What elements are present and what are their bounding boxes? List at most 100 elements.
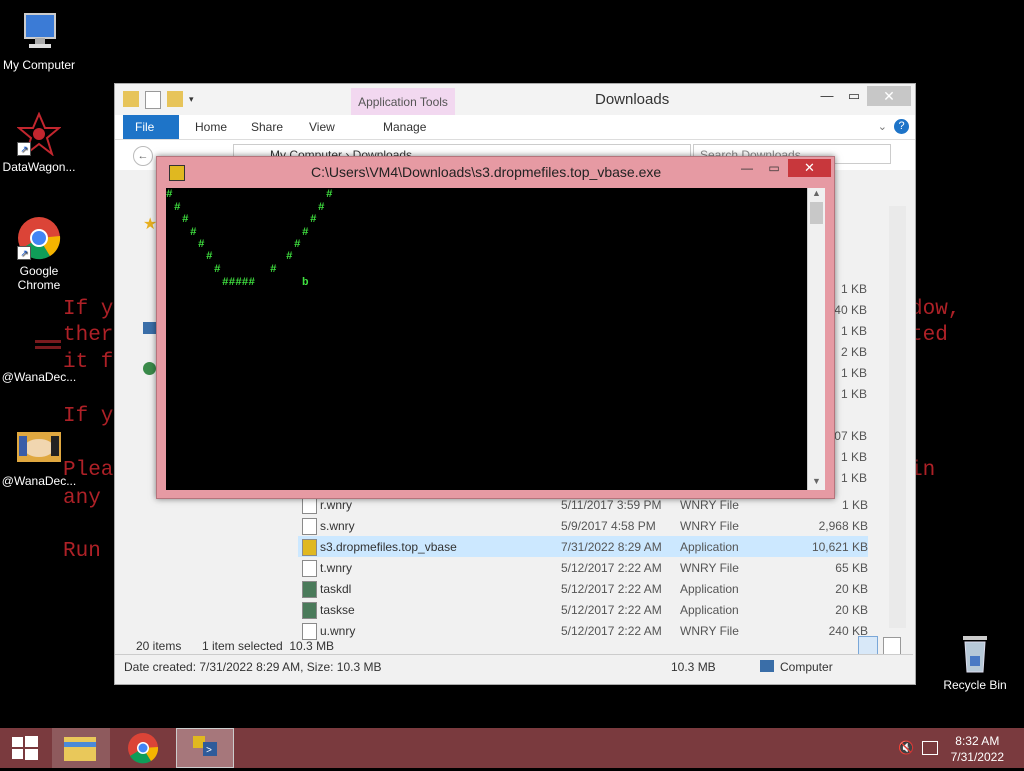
console-app-icon: > [193,736,217,757]
list-item[interactable]: taskdl 5/12/2017 2:22 AM Application 20 … [298,578,868,599]
console-glyph: # [286,251,293,263]
svg-text:>: > [206,746,212,757]
file-size: 20 KB [835,582,868,596]
desktop-icon-label: Recycle Bin [943,678,1007,692]
back-button[interactable]: ← [133,146,153,166]
folder-down-icon[interactable] [123,91,139,107]
file-icon [302,560,317,577]
large-icons-view-button[interactable] [883,637,901,655]
file-name: taskdl [320,582,352,596]
console-glyph: # [190,227,197,239]
console-title: C:\Users\VM4\Downloads\s3.dropmefiles.to… [311,164,662,180]
desktop-icon-recycle-bin[interactable]: Recycle Bin [937,630,1013,692]
desktop-icon-datawagon[interactable]: ↗ DataWagon... [1,111,77,174]
scroll-down-arrow-icon[interactable]: ▼ [808,476,825,490]
console-glyph: b [302,277,309,289]
tab-file[interactable]: File [123,115,179,139]
desktop-icon-label: @WanaDec... [1,370,77,384]
start-button[interactable] [0,728,58,768]
file-type: Application [680,582,739,596]
file-name: taskse [320,603,355,617]
file-list-scrollbar[interactable] [889,206,906,628]
application-tools-tab[interactable]: Application Tools [351,88,455,116]
globe-icon[interactable] [143,362,156,375]
tab-home[interactable]: Home [183,115,239,139]
clock-date: 7/31/2022 [950,750,1004,764]
list-item-selected[interactable]: s3.dropmefiles.top_vbase 7/31/2022 8:29 … [298,536,868,557]
close-button[interactable]: ✕ [867,86,911,106]
folder-icon [64,737,96,761]
tab-share[interactable]: Share [239,115,295,139]
file-date: 5/12/2017 2:22 AM [561,561,662,575]
taskbar-console-app[interactable]: > [176,728,234,768]
volume-muted-icon[interactable]: 🔇 [898,740,914,756]
taskbar-file-explorer[interactable] [52,728,110,768]
console-glyph: ##### [222,277,256,289]
chrome-icon: ↗ [17,216,61,260]
desktop-icon-label: My Computer [2,58,76,72]
list-item[interactable]: t.wnry 5/12/2017 2:22 AM WNRY File 65 KB [298,557,868,578]
taskbar-chrome[interactable] [114,728,172,768]
wallpaper-text-6: any [63,487,101,510]
item-count: 20 items [136,639,182,653]
file-size: 65 KB [835,561,868,575]
wallpaper-text-4: If y [63,405,114,428]
scroll-thumb[interactable] [810,202,823,224]
ribbon-expand-icon[interactable]: ⌄ [878,120,887,133]
wallpaper-text-7: Run [63,540,101,563]
handshake-icon [17,426,61,470]
console-output[interactable]: # # # # # # # ##### # # # # # # # b [166,188,807,490]
desktop-icon-label: Google [19,264,59,278]
explorer-titlebar: ▾ Application Tools Downloads — ▭ ✕ [115,84,915,116]
chrome-icon [128,733,159,764]
taskbar: > 🔇 8:32 AM 7/31/2022 [0,728,1024,768]
shortcut-arrow-icon: ↗ [17,246,31,260]
file-date: 5/12/2017 2:22 AM [561,582,662,596]
list-item[interactable]: taskse 5/12/2017 2:22 AM Application 20 … [298,599,868,620]
selection-info: 1 item selected 10.3 MB [202,639,335,653]
details-size: 10.3 MB [671,660,716,674]
desktop-icon-wanadecryptor-2[interactable]: @WanaDec... [1,426,77,488]
file-size: 1 KB [841,498,868,512]
desktop-icon-label: @WanaDec... [1,474,77,488]
console-glyph: # [182,214,189,226]
minimize-button[interactable]: — [733,159,761,177]
application-icon [302,581,317,598]
console-glyph: # [318,202,325,214]
scroll-up-arrow-icon[interactable]: ▲ [808,188,825,202]
console-glyph: # [270,264,277,276]
desktop-icon-my-computer[interactable]: My Computer [1,10,77,72]
console-glyph: # [326,189,333,201]
minimize-button[interactable]: — [813,86,841,106]
console-glyph: # [174,202,181,214]
new-folder-icon[interactable] [167,91,183,107]
network-icon[interactable] [143,322,157,334]
network-tray-icon[interactable] [922,741,938,755]
clock[interactable]: 8:32 AM 7/31/2022 [951,733,1004,765]
console-glyph: # [198,239,205,251]
details-text: Date created: 7/31/2022 8:29 AM, Size: 1… [124,660,382,674]
maximize-button[interactable]: ▭ [760,159,788,177]
quick-access-toolbar: ▾ [123,91,199,109]
file-type: WNRY File [680,561,739,575]
tab-manage[interactable]: Manage [371,115,438,139]
properties-icon[interactable] [145,91,161,109]
console-window: C:\Users\VM4\Downloads\s3.dropmefiles.to… [156,156,835,499]
console-glyph: # [206,251,213,263]
qat-dropdown-icon[interactable]: ▾ [189,91,199,107]
maximize-button[interactable]: ▭ [840,86,868,106]
application-icon [302,539,317,556]
list-item[interactable]: s.wnry 5/9/2017 4:58 PM WNRY File 2,968 … [298,515,868,536]
desktop-icon-google-chrome[interactable]: ↗ Google Chrome [1,216,77,292]
tab-view[interactable]: View [297,115,347,139]
file-date: 5/12/2017 2:22 AM [561,603,662,617]
file-type: WNRY File [680,519,739,533]
file-date: 5/11/2017 3:59 PM [561,498,662,512]
file-icon [302,518,317,535]
help-icon[interactable]: ? [894,119,909,134]
desktop-icon-label: DataWagon... [2,160,76,174]
console-scrollbar[interactable]: ▲ ▼ [807,188,825,490]
desktop-icon-wanadecryptor-1[interactable]: @WanaDec... [1,322,77,384]
close-button[interactable]: ✕ [788,159,831,177]
details-view-button[interactable] [858,636,878,656]
